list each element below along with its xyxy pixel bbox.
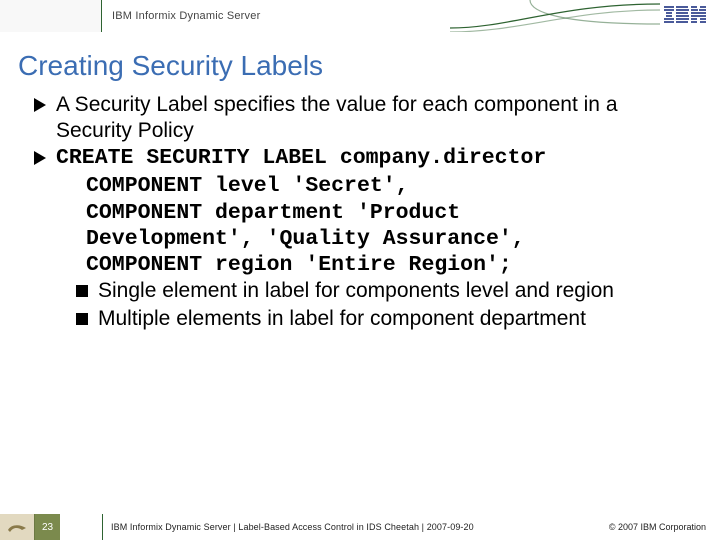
code-line: Development', 'Quality Assurance', — [86, 226, 696, 252]
bullet-2-text: CREATE SECURITY LABEL company.director — [56, 145, 696, 171]
header-block — [0, 0, 102, 32]
code-line: COMPONENT level 'Secret', — [86, 173, 696, 199]
sub-bullet-1-text: Single element in label for components l… — [98, 278, 696, 304]
bullet-1-text: A Security Label specifies the value for… — [56, 92, 696, 143]
header-swoosh — [450, 0, 660, 32]
code-line: COMPONENT region 'Entire Region'; — [86, 252, 696, 278]
lizard-icon — [6, 520, 28, 534]
body: A Security Label specifies the value for… — [0, 92, 720, 514]
footer: 23 IBM Informix Dynamic Server | Label-B… — [0, 514, 720, 540]
slide: IBM Informix Dynamic Server — [0, 0, 720, 540]
triangle-bullet-icon — [34, 98, 46, 112]
footer-text: IBM Informix Dynamic Server | Label-Base… — [111, 522, 474, 532]
page-number: 23 — [34, 514, 60, 540]
sub-bullet-1: Single element in label for components l… — [34, 278, 696, 304]
footer-copyright: © 2007 IBM Corporation — [609, 522, 706, 532]
header-title: IBM Informix Dynamic Server — [112, 10, 260, 22]
page-title: Creating Security Labels — [0, 32, 720, 92]
square-bullet-icon — [76, 285, 88, 297]
header: IBM Informix Dynamic Server — [0, 0, 720, 32]
code-line: COMPONENT department 'Product — [86, 200, 696, 226]
triangle-bullet-icon — [34, 151, 46, 165]
bullet-2: CREATE SECURITY LABEL company.director — [34, 145, 696, 171]
footer-separator — [102, 514, 103, 540]
bullet-1: A Security Label specifies the value for… — [34, 92, 696, 143]
header-left: IBM Informix Dynamic Server — [0, 0, 260, 32]
sub-bullet-2-text: Multiple elements in label for component… — [98, 306, 696, 332]
ibm-logo-icon — [664, 6, 706, 29]
sub-bullet-2: Multiple elements in label for component… — [34, 306, 696, 332]
footer-art — [0, 514, 34, 540]
code-block: COMPONENT level 'Secret', COMPONENT depa… — [86, 173, 696, 278]
square-bullet-icon — [76, 313, 88, 325]
